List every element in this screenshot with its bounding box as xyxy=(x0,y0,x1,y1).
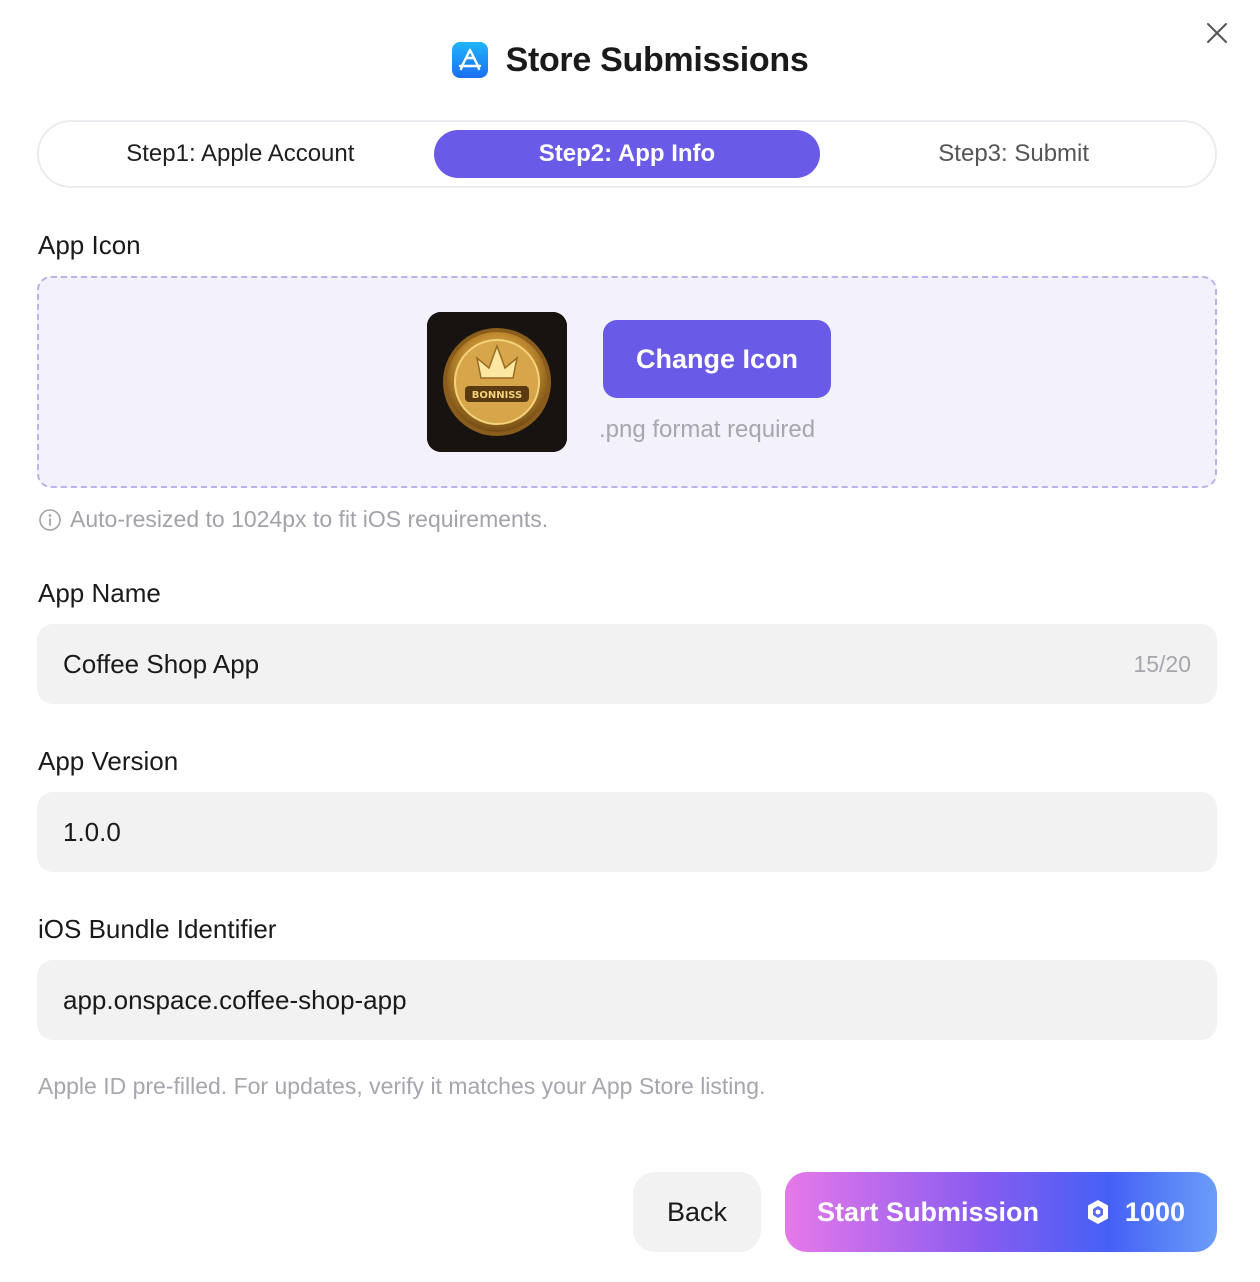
bundle-id-field[interactable]: app.onspace.coffee-shop-app xyxy=(37,960,1217,1040)
apple-id-footnote: Apple ID pre-filled. For updates, verify… xyxy=(38,1073,766,1099)
resize-note-text: Auto-resized to 1024px to fit iOS requir… xyxy=(70,506,549,532)
bundle-id-value[interactable]: app.onspace.coffee-shop-app xyxy=(63,985,1191,1016)
app-store-icon xyxy=(451,42,488,78)
start-submission-button[interactable]: Start Submission 1000 xyxy=(785,1172,1217,1252)
credit-amount: 1000 xyxy=(1124,1196,1185,1227)
resize-note: Auto-resized to 1024px to fit iOS requir… xyxy=(38,506,548,533)
credit-cost: 1000 xyxy=(1085,1197,1185,1228)
app-name-label: App Name xyxy=(38,578,161,608)
app-version-value[interactable]: 1.0.0 xyxy=(63,817,1191,848)
app-name-char-count: 15/20 xyxy=(1133,650,1191,677)
app-icon-label: App Icon xyxy=(38,230,141,260)
icon-dropzone[interactable]: BONNISS Change Icon .png format required xyxy=(37,276,1217,488)
png-format-hint: .png format required xyxy=(599,416,816,443)
app-icon-image: BONNISS xyxy=(427,312,567,452)
start-submission-label: Start Submission xyxy=(817,1196,1040,1227)
change-icon-button[interactable]: Change Icon xyxy=(603,320,831,398)
bundle-id-label: iOS Bundle Identifier xyxy=(38,914,277,944)
dialog-header: Store Submissions xyxy=(0,36,1260,84)
app-name-value[interactable]: Coffee Shop App xyxy=(63,649,1133,680)
app-version-field[interactable]: 1.0.0 xyxy=(37,792,1217,872)
step-indicator: Step1: Apple Account Step2: App Info Ste… xyxy=(37,120,1217,188)
dialog-title: Store Submissions xyxy=(505,40,809,79)
store-submissions-dialog: Store Submissions Step1: Apple Account S… xyxy=(0,0,1260,1282)
step-app-info[interactable]: Step2: App Info xyxy=(433,130,821,178)
app-icon-preview: BONNISS xyxy=(427,312,567,452)
app-name-field[interactable]: Coffee Shop App 15/20 xyxy=(37,624,1217,704)
step-submit[interactable]: Step3: Submit xyxy=(820,130,1207,178)
app-version-label: App Version xyxy=(38,746,179,776)
app-icon-text: BONNISS xyxy=(472,390,523,401)
info-icon xyxy=(39,508,61,531)
back-button[interactable]: Back xyxy=(633,1172,761,1252)
credit-icon xyxy=(1087,1200,1108,1224)
step-apple-account[interactable]: Step1: Apple Account xyxy=(47,130,434,178)
